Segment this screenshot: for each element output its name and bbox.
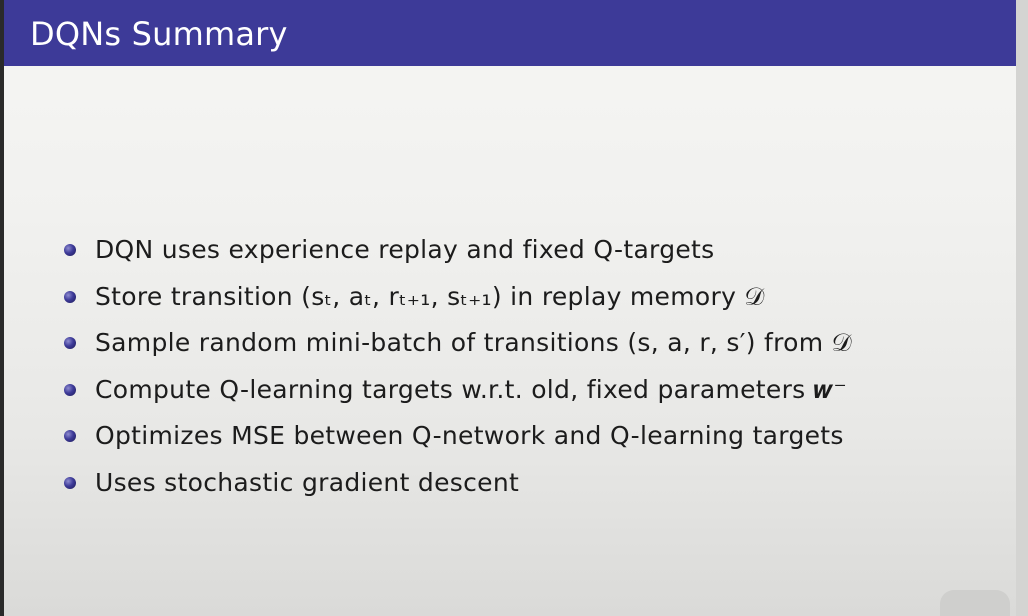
bullet-text: Compute Q-learning targets w.r.t. old, f… [95, 374, 848, 404]
bullet-dot-icon [64, 383, 76, 396]
bullet-text: Sample random mini-batch of transitions … [95, 328, 852, 358]
bullet-dot-icon [64, 244, 76, 256]
bullet-item: DQN uses experience replay and fixed Q-t… [0, 229, 1000, 276]
bullet-text: DQN uses experience replay and fixed Q-t… [95, 235, 715, 264]
corner-watermark [940, 590, 1010, 616]
bullet-text: Uses stochastic gradient descent [95, 467, 520, 497]
slide-title: DQNs Summary [30, 15, 288, 53]
bullet-item: Optimizes MSE between Q-network and Q-le… [0, 415, 1000, 462]
slide-right-edge [1016, 0, 1028, 616]
slide: DQNs Summary DQN uses experience replay … [0, 0, 1028, 616]
title-bar: DQNs Summary [4, 0, 1016, 66]
bullet-dot-icon [64, 337, 76, 350]
bullet-dot-icon [64, 290, 76, 303]
bullet-text: Optimizes MSE between Q-network and Q-le… [95, 421, 844, 451]
bullet-list: DQN uses experience replay and fixed Q-t… [0, 229, 1000, 509]
bullet-item: Uses stochastic gradient descent [0, 462, 1000, 509]
bullet-text: Store transition (sₜ, aₜ, rₜ₊₁, sₜ₊₁) in… [95, 281, 765, 311]
bullet-dot-icon [64, 430, 76, 443]
bullet-dot-icon [64, 476, 76, 489]
bullet-item: Sample random mini-batch of transitions … [0, 322, 1000, 369]
bullet-item: Store transition (sₜ, aₜ, rₜ₊₁, sₜ₊₁) in… [0, 276, 1000, 323]
bullet-item: Compute Q-learning targets w.r.t. old, f… [0, 369, 1000, 416]
